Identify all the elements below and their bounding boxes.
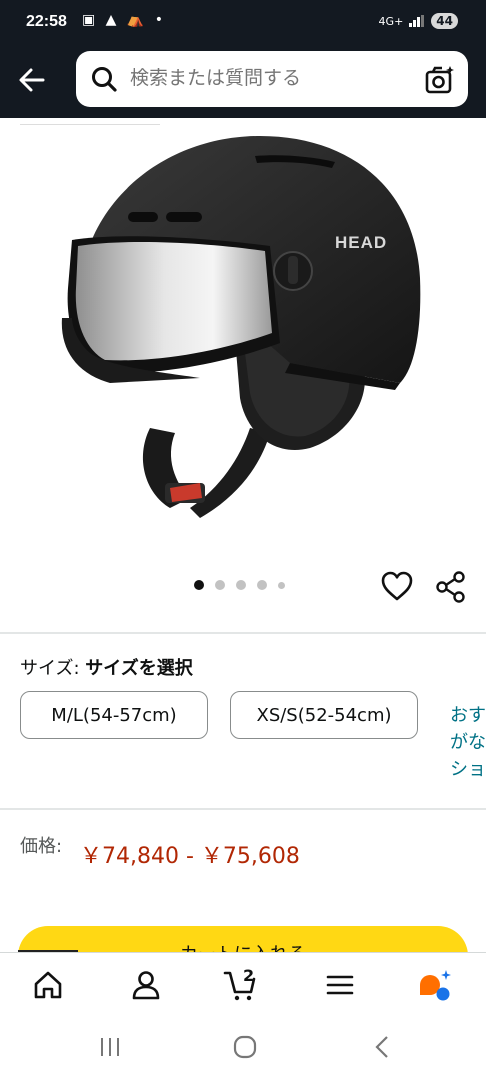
section-divider <box>0 632 486 634</box>
back-system-icon[interactable] <box>372 1035 392 1059</box>
wishlist-heart-icon[interactable] <box>380 570 414 602</box>
carousel-dot[interactable] <box>215 580 225 590</box>
more-sizes-link[interactable]: おすがなショ <box>450 702 486 783</box>
status-right: 4G+ 44 <box>379 13 458 29</box>
search-icon[interactable] <box>90 65 118 93</box>
status-time: 22:58 <box>26 13 67 30</box>
search-input[interactable] <box>130 67 410 89</box>
status-bar: 22:58 ▣ ▲ ⛺ • 4G+ 44 <box>0 0 486 46</box>
notification-icons: ▣ ▲ ⛺ • <box>82 12 167 28</box>
carousel-dot[interactable] <box>236 580 246 590</box>
rufus-assistant-icon[interactable] <box>416 967 452 1003</box>
back-arrow-icon[interactable] <box>14 62 50 98</box>
price-label: 価格: <box>20 836 63 857</box>
header-bar <box>0 46 486 118</box>
size-option-ml[interactable]: M/L(54-57cm) <box>20 691 208 739</box>
size-selector-heading: サイズ: サイズを選択 <box>20 654 193 680</box>
recent-apps-icon[interactable] <box>98 1036 122 1058</box>
cart-count-badge: 2 <box>243 966 255 985</box>
product-image[interactable]: HEAD <box>50 128 436 538</box>
network-indicator: 4G+ <box>378 14 404 28</box>
share-icon[interactable] <box>434 570 468 604</box>
search-bar[interactable] <box>76 51 468 107</box>
system-navigation-bar <box>0 1016 486 1080</box>
home-system-icon[interactable] <box>232 1035 258 1059</box>
battery-indicator: 44 <box>431 13 458 29</box>
signal-icon <box>409 15 425 27</box>
svg-text:HEAD: HEAD <box>335 233 387 252</box>
menu-icon[interactable] <box>322 967 358 1003</box>
price-range: ￥74,840 - ￥75,608 <box>80 844 300 869</box>
size-selected-text: サイズを選択 <box>85 658 193 679</box>
camera-search-icon[interactable] <box>424 64 456 96</box>
account-icon[interactable] <box>128 967 164 1003</box>
carousel-dot[interactable] <box>278 581 285 589</box>
truncated-rating-line <box>20 118 160 125</box>
carousel-dot[interactable] <box>194 580 204 590</box>
image-carousel-indicator <box>194 580 285 590</box>
size-option-xss[interactable]: XS/S(52-54cm) <box>230 691 418 739</box>
section-divider <box>0 808 486 810</box>
carousel-dot[interactable] <box>257 580 267 590</box>
size-label: サイズ: <box>20 658 80 679</box>
home-icon[interactable] <box>30 967 66 1003</box>
